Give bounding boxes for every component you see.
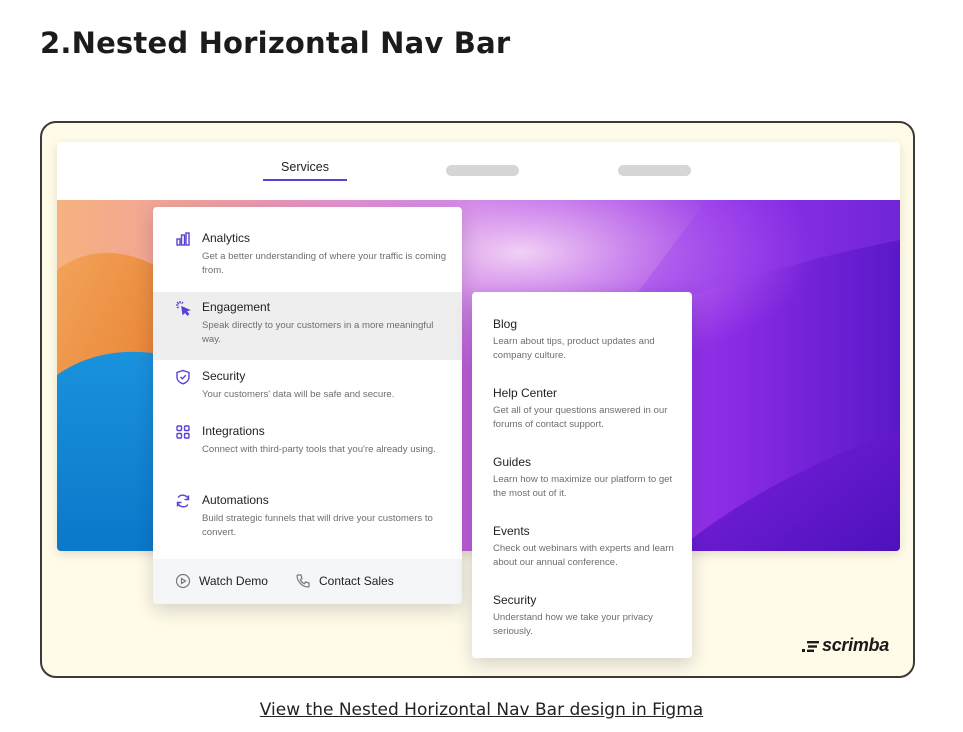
scrimba-logo: scrimba [802, 635, 902, 657]
top-nav-bar: Services [57, 142, 900, 200]
figma-design-link-wrapper: View the Nested Horizontal Nav Bar desig… [0, 700, 963, 720]
menu-item-description: Get a better understanding of where your… [202, 251, 447, 276]
submenu-item-title: Security [493, 593, 537, 607]
submenu-item-description: Get all of your questions answered in ou… [493, 405, 668, 430]
menu-item-integrations[interactable]: Integrations Connect with third-party to… [153, 416, 462, 484]
design-preview-frame: Services Analytics Get a better understa… [40, 121, 915, 678]
submenu-item-title: Events [493, 524, 530, 538]
watch-demo-label: Watch Demo [199, 574, 268, 588]
figma-design-link[interactable]: View the Nested Horizontal Nav Bar desig… [260, 700, 703, 720]
submenu-item-help-center[interactable]: Help Center Get all of your questions an… [472, 386, 692, 446]
menu-item-description: Your customers' data will be safe and se… [202, 389, 395, 400]
submenu-item-events[interactable]: Events Check out webinars with experts a… [472, 524, 692, 584]
submenu-item-description: Learn how to maximize our platform to ge… [493, 474, 673, 499]
tab-placeholder-2[interactable] [446, 165, 519, 176]
menu-item-automations[interactable]: Automations Build strategic funnels that… [153, 485, 462, 553]
submenu-item-guides[interactable]: Guides Learn how to maximize our platfor… [472, 455, 692, 515]
services-dropdown: Analytics Get a better understanding of … [153, 207, 462, 604]
menu-item-title: Automations [202, 493, 269, 507]
active-tab-indicator [263, 179, 347, 181]
menu-item-engagement[interactable]: Engagement Speak directly to your custom… [153, 292, 462, 360]
tab-services-label: Services [281, 160, 329, 174]
submenu-item-blog[interactable]: Blog Learn about tips, product updates a… [472, 317, 692, 377]
menu-item-title: Analytics [202, 231, 251, 245]
cursor-click-icon [176, 301, 191, 316]
grid-icon [176, 425, 190, 439]
submenu-item-description: Check out webinars with experts and lear… [493, 543, 674, 568]
play-circle-icon [175, 573, 191, 589]
menu-item-description: Speak directly to your customers in a mo… [202, 320, 434, 345]
contact-sales-label: Contact Sales [319, 574, 394, 588]
refresh-icon [176, 494, 190, 508]
submenu-item-title: Guides [493, 455, 532, 469]
submenu-item-title: Help Center [493, 386, 558, 400]
menu-item-title: Security [202, 369, 246, 383]
resources-submenu: Blog Learn about tips, product updates a… [472, 292, 692, 658]
submenu-item-description: Learn about tips, product updates and co… [493, 336, 655, 361]
menu-item-description: Build strategic funnels that will drive … [202, 513, 433, 538]
scrimba-logo-icon [802, 641, 819, 652]
submenu-item-security[interactable]: Security Understand how we take your pri… [472, 593, 692, 653]
tab-services[interactable]: Services [263, 160, 347, 182]
menu-item-title: Integrations [202, 424, 265, 438]
submenu-item-title: Blog [493, 317, 518, 331]
submenu-item-description: Understand how we take your privacy seri… [493, 612, 653, 637]
shield-check-icon [176, 369, 190, 385]
scrimba-logo-text: scrimba [822, 635, 889, 655]
phone-icon [296, 574, 310, 588]
bar-chart-icon [176, 232, 190, 246]
tab-placeholder-3[interactable] [618, 165, 691, 176]
dropdown-footer: Watch Demo Contact Sales [153, 559, 462, 604]
menu-item-analytics[interactable]: Analytics Get a better understanding of … [153, 223, 462, 291]
menu-item-title: Engagement [202, 300, 271, 314]
menu-item-description: Connect with third-party tools that you'… [202, 444, 436, 455]
page-heading: 2.Nested Horizontal Nav Bar [40, 26, 511, 60]
